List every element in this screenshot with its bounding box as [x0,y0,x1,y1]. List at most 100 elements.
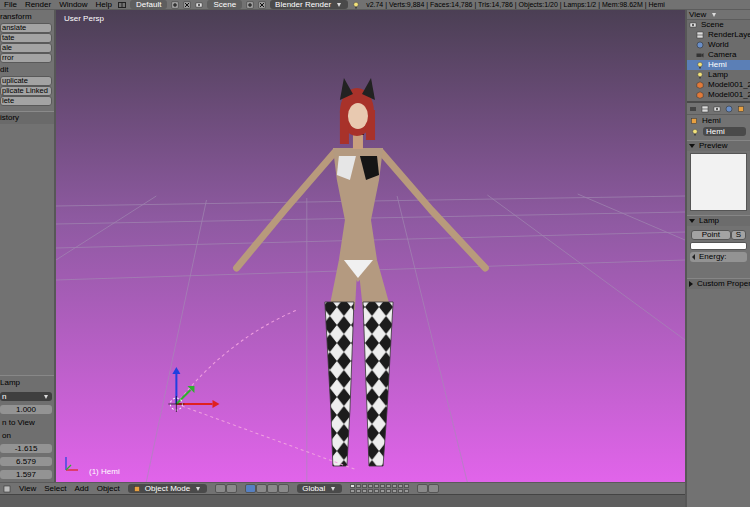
decrement-arrow-icon[interactable] [692,254,695,260]
active-object-label: (1) Hemi [89,467,120,477]
breadcrumb-object: Hemi [702,116,721,126]
layer-button[interactable] [398,484,403,488]
panel-header[interactable]: Preview [687,140,750,151]
character-model[interactable] [56,10,685,482]
object-mode-icon [133,485,141,493]
collapse-arrow-icon[interactable] [689,281,693,287]
render-preview-icon[interactable] [428,484,439,493]
location-field[interactable]: -1.615 [0,444,52,453]
energy-label: Energy: [699,252,727,262]
lamp-type-dropdown[interactable]: n [0,392,52,401]
menu-item[interactable]: Render [23,0,53,10]
outliner-row[interactable]: Camera [687,50,750,60]
outliner-row[interactable]: RenderLayers [687,30,750,40]
operator-title: Lamp [0,378,52,388]
solid-shading-icon[interactable] [215,484,226,493]
tool-button[interactable]: lete [0,96,52,106]
orientation-dropdown[interactable]: Global [297,484,342,493]
menu-item[interactable]: Help [94,0,114,10]
object-icon [690,117,698,125]
collapse-arrow-icon[interactable] [689,144,695,148]
outliner-row[interactable]: Hemi [687,60,750,70]
editor-type-icon [3,485,11,493]
tool-button[interactable]: ale [0,43,52,53]
scene-selector[interactable]: Scene [207,0,242,9]
align-to-view-option[interactable]: n to View [0,418,52,427]
layer-button[interactable] [368,484,373,488]
menu-item[interactable]: File [2,0,19,10]
shading-buttons [215,484,237,493]
layer-button[interactable] [386,489,391,493]
add-icon [171,1,179,9]
tool-button[interactable]: uplicate [0,76,52,86]
transform-gizmo[interactable] [56,10,685,482]
layer-button[interactable] [350,484,355,488]
scale-icon[interactable] [278,484,289,493]
3d-viewport[interactable]: User Persp (1) Hemi [56,10,685,482]
history-panel-header[interactable]: istory [0,111,54,124]
layer-button[interactable] [368,489,373,493]
outliner-item-label: Camera [708,50,736,60]
layer-button[interactable] [392,484,397,488]
properties-editor: HemiHemiPreviewLampPointSEnergy:Custom P… [687,103,750,507]
world-icon [696,41,704,49]
layer-button[interactable] [398,489,403,493]
tool-shelf-space [0,124,54,375]
translate-icon[interactable] [256,484,267,493]
panel-header[interactable]: Lamp [687,215,750,226]
view3d-header: View Select Add Object Object Mode Global [0,482,685,494]
rotate-icon[interactable] [267,484,278,493]
outliner-row[interactable]: World [687,40,750,50]
tool-button[interactable]: plicate Linked [0,86,52,96]
outliner-row[interactable]: Model001_24 [687,80,750,90]
lamp-color-swatch[interactable] [690,242,747,250]
outliner-row[interactable]: Lamp [687,70,750,80]
location-field[interactable]: 6.579 [0,457,52,466]
lamp-type-row: PointS [687,226,750,240]
layer-button[interactable] [392,489,397,493]
pivot-icon[interactable] [226,484,237,493]
collapse-arrow-icon[interactable] [689,219,695,223]
layer-button[interactable] [374,484,379,488]
panel-header[interactable]: Custom Properties [687,278,750,289]
tool-button[interactable]: anslate [0,23,52,33]
manipulator-icon[interactable] [245,484,256,493]
outliner-row[interactable]: Scene [687,20,750,30]
lamp-type-button[interactable]: S [731,230,746,240]
menu-item[interactable]: Select [44,484,66,494]
layer-button[interactable] [380,484,385,488]
layer-button[interactable] [362,484,367,488]
menu-item[interactable]: Add [74,484,88,494]
layer-button[interactable] [380,489,385,493]
snap-icon[interactable] [417,484,428,493]
menu-item[interactable]: Window [57,0,89,10]
layer-button[interactable] [356,484,361,488]
preview-image [690,153,747,211]
lamp-type-button[interactable]: Point [691,230,731,240]
layer-button[interactable] [350,489,355,493]
outliner-row[interactable]: Model001_24 [687,90,750,100]
menu-item[interactable]: View [19,484,36,494]
layer-button[interactable] [362,489,367,493]
datablock-row: Hemi [687,127,750,136]
timeline[interactable] [0,494,685,507]
tool-button[interactable]: rror [0,53,52,63]
layer-button[interactable] [374,489,379,493]
layout-selector[interactable]: Default [130,0,167,9]
location-field[interactable]: 1.597 [0,470,52,479]
scene-statistics: v2.74 | Verts:9,884 | Faces:14,786 | Tri… [364,0,665,10]
menu-item[interactable]: Object [97,484,120,494]
render-engine-dropdown[interactable]: Blender Render [270,0,348,9]
energy-field[interactable]: Energy: [690,252,747,262]
lamp-icon [696,71,704,79]
mode-dropdown[interactable]: Object Mode [128,484,207,493]
layer-grid[interactable] [350,484,409,493]
layer-button[interactable] [404,489,409,493]
tool-button[interactable]: tate [0,33,52,43]
menu-item[interactable]: View [689,10,706,20]
radius-field[interactable]: 1.000 [0,405,52,414]
layer-button[interactable] [404,484,409,488]
datablock-name-field[interactable]: Hemi [703,127,746,136]
layer-button[interactable] [386,484,391,488]
layer-button[interactable] [356,489,361,493]
